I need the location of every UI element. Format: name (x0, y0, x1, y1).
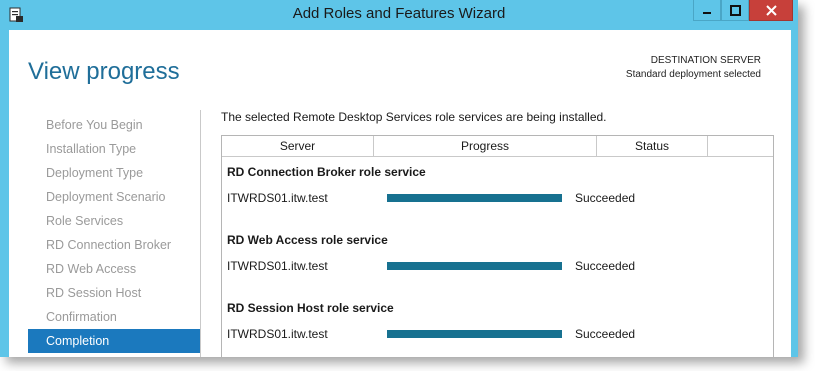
column-header-empty (708, 136, 773, 156)
nav-item-installation-type[interactable]: Installation Type (28, 137, 200, 161)
progress-bar (387, 262, 562, 270)
nav-item-confirmation[interactable]: Confirmation (28, 305, 200, 329)
nav-item-role-services[interactable]: Role Services (28, 209, 200, 233)
intro-text: The selected Remote Desktop Services rol… (221, 110, 607, 124)
wizard-window: Add Roles and Features Wizard View progr… (0, 0, 798, 357)
row-status: Succeeded (575, 191, 636, 205)
row-server: ITWRDS01.itw.test (227, 259, 328, 273)
close-icon (765, 4, 777, 16)
column-header-status[interactable]: Status (597, 136, 708, 156)
group-rd-web-access: RD Web Access role service ITWRDS01.itw.… (222, 225, 773, 293)
maximize-icon (729, 4, 741, 16)
title-bar[interactable]: Add Roles and Features Wizard (0, 0, 798, 30)
close-button[interactable] (749, 0, 793, 21)
group-rd-session-host: RD Session Host role service ITWRDS01.it… (222, 293, 773, 357)
wizard-nav: Before You Begin Installation Type Deplo… (28, 113, 200, 353)
destination-value: Standard deployment selected (625, 69, 761, 80)
window-title: Add Roles and Features Wizard (292, 5, 506, 22)
nav-item-completion[interactable]: Completion (28, 329, 200, 353)
group-title: RD Connection Broker role service (227, 165, 426, 179)
progress-bar-fill (387, 330, 562, 338)
progress-grid: Server Progress Status RD Connection Bro… (221, 135, 774, 357)
maximize-button[interactable] (721, 0, 749, 21)
row-status: Succeeded (575, 259, 636, 273)
nav-item-before-you-begin[interactable]: Before You Begin (28, 113, 200, 137)
progress-bar-fill (387, 262, 562, 270)
nav-divider (200, 110, 201, 357)
destination-server-info: DESTINATION SERVER Standard deployment s… (626, 54, 761, 82)
wizard-content: View progress DESTINATION SERVER Standar… (9, 30, 791, 357)
group-title: RD Session Host role service (227, 301, 394, 315)
column-header-server[interactable]: Server (222, 136, 374, 156)
grid-header: Server Progress Status (222, 136, 773, 157)
row-status: Succeeded (575, 327, 636, 341)
minimize-button[interactable] (693, 0, 721, 21)
group-rd-connection-broker: RD Connection Broker role service ITWRDS… (222, 157, 773, 225)
row-server: ITWRDS01.itw.test (227, 191, 328, 205)
progress-bar (387, 194, 562, 202)
nav-item-deployment-scenario[interactable]: Deployment Scenario (28, 185, 200, 209)
column-header-progress[interactable]: Progress (374, 136, 597, 156)
group-title: RD Web Access role service (227, 233, 388, 247)
nav-item-deployment-type[interactable]: Deployment Type (28, 161, 200, 185)
progress-bar-fill (387, 194, 562, 202)
minimize-icon (703, 12, 711, 14)
nav-item-rd-session-host[interactable]: RD Session Host (28, 281, 200, 305)
row-server: ITWRDS01.itw.test (227, 327, 328, 341)
nav-item-rd-web-access[interactable]: RD Web Access (28, 257, 200, 281)
nav-item-rd-connection-broker[interactable]: RD Connection Broker (28, 233, 200, 257)
destination-label: DESTINATION SERVER (650, 55, 761, 66)
progress-bar (387, 330, 562, 338)
page-title: View progress (28, 58, 180, 85)
